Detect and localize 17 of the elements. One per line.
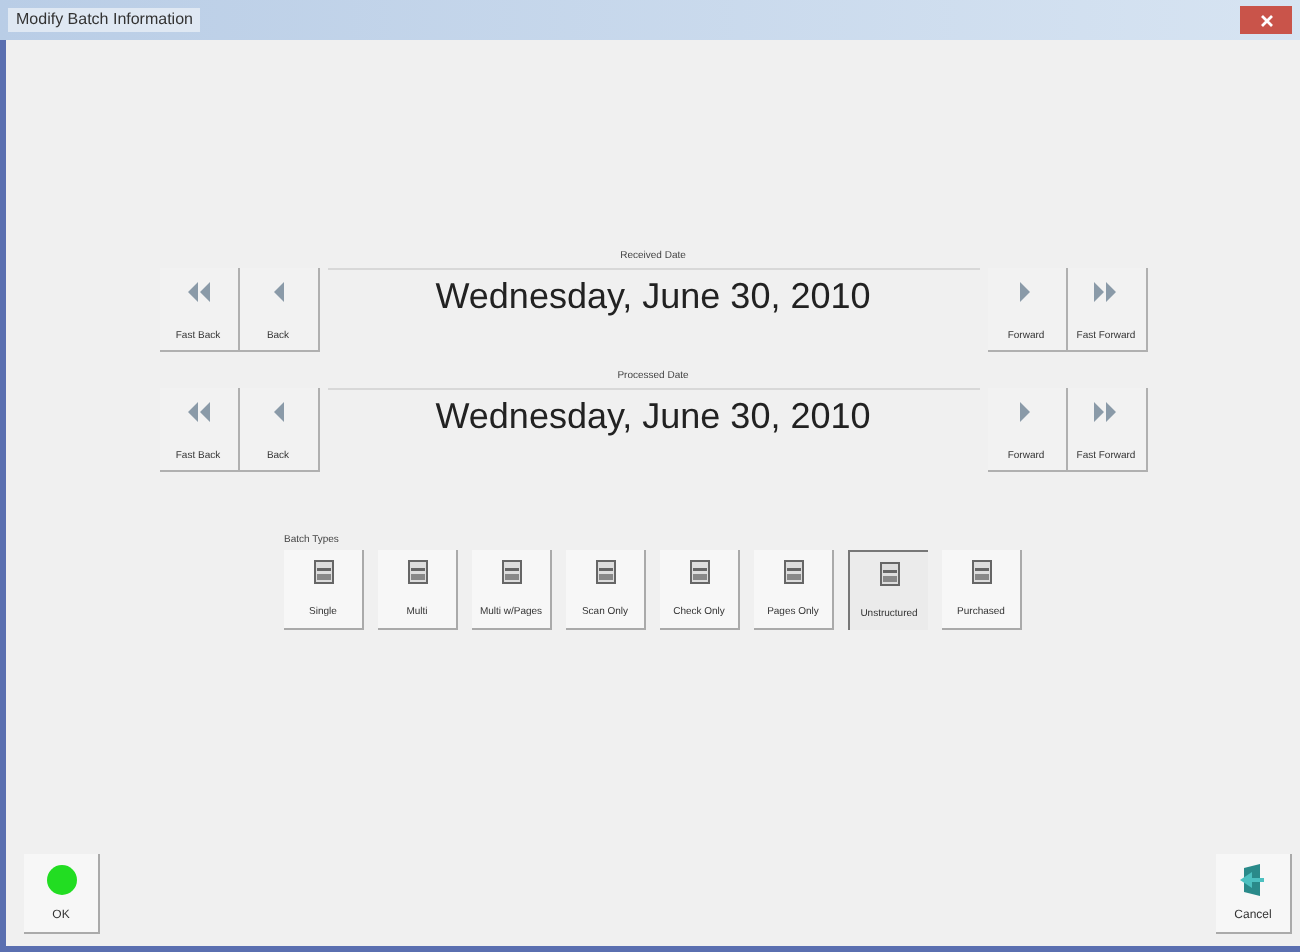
batch-icon bbox=[971, 560, 991, 584]
window-title: Modify Batch Information bbox=[8, 8, 201, 32]
exit-door-icon bbox=[1239, 864, 1267, 896]
batch-icon bbox=[501, 560, 521, 584]
date-display: Wednesday, June 30, 2010 bbox=[327, 388, 979, 472]
batch-icon bbox=[407, 560, 427, 584]
batch-icon bbox=[783, 560, 803, 584]
double-right-arrow-icon bbox=[1090, 396, 1122, 428]
batch-icon bbox=[313, 560, 333, 584]
status-light-icon bbox=[45, 864, 77, 896]
batch-icon bbox=[879, 562, 899, 586]
date-display: Wednesday, June 30, 2010 bbox=[327, 268, 979, 352]
close-button[interactable] bbox=[1240, 6, 1292, 34]
batch-icon bbox=[689, 560, 709, 584]
close-icon bbox=[1259, 13, 1273, 27]
batch-icon bbox=[595, 560, 615, 584]
double-right-arrow-icon bbox=[1090, 276, 1122, 308]
